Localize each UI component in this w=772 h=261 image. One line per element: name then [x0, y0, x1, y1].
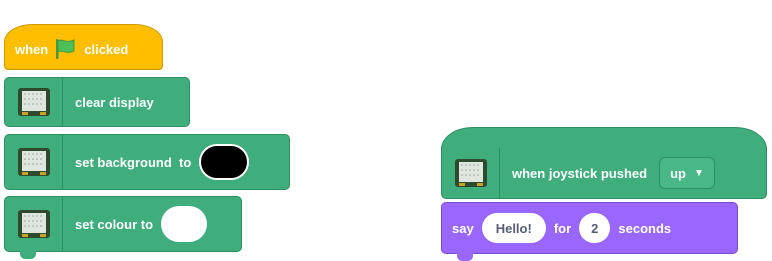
- joystick-direction-dropdown[interactable]: up ▼: [659, 157, 715, 189]
- set-colour-label: set colour to: [75, 216, 154, 232]
- sense-hat-icon: [442, 148, 500, 198]
- when-joystick-pushed-label: when joystick pushed: [512, 165, 648, 181]
- block-notch: [457, 253, 473, 261]
- sense-hat-icon: [5, 197, 63, 251]
- chevron-down-icon: ▼: [693, 167, 704, 179]
- clear-display-block[interactable]: clear display: [4, 77, 190, 127]
- sense-hat-icon: [5, 135, 63, 189]
- set-background-block[interactable]: set background to: [4, 134, 290, 190]
- dropdown-value: up: [670, 165, 686, 181]
- background-colour-input[interactable]: [199, 144, 250, 180]
- when-joystick-pushed-block[interactable]: when joystick pushed up ▼: [441, 127, 767, 199]
- say-for-seconds-block[interactable]: say Hello! for 2 seconds: [441, 202, 738, 254]
- say-label: say: [452, 220, 474, 236]
- message-input[interactable]: Hello!: [481, 213, 546, 243]
- seconds-label: seconds: [618, 220, 672, 236]
- seconds-input[interactable]: 2: [579, 213, 611, 243]
- set-colour-block[interactable]: set colour to: [4, 196, 242, 252]
- when-flag-clicked-block[interactable]: when clicked: [4, 24, 163, 70]
- for-label: for: [553, 220, 572, 236]
- clicked-label: clicked: [84, 41, 129, 57]
- colour-input[interactable]: [161, 206, 208, 242]
- block-notch: [20, 251, 36, 259]
- when-label: when: [15, 41, 49, 57]
- set-background-label: set background to: [75, 154, 192, 170]
- clear-display-label: clear display: [75, 94, 154, 110]
- green-flag-icon: [54, 38, 78, 60]
- sense-hat-icon: [5, 78, 63, 126]
